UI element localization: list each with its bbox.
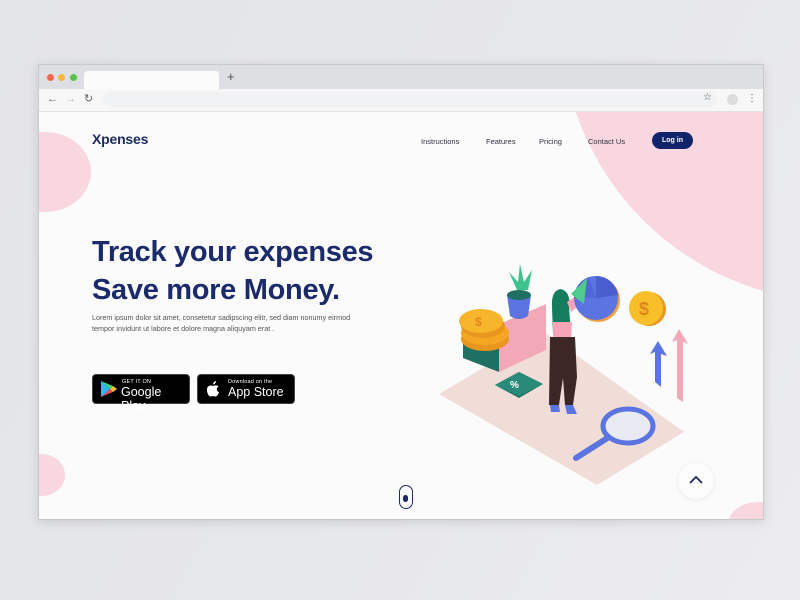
star-icon[interactable]: ☆ xyxy=(703,92,712,103)
scroll-to-top-button[interactable] xyxy=(678,463,714,499)
mouse-wheel-icon xyxy=(403,495,408,502)
logo[interactable]: Xpenses xyxy=(92,131,148,147)
arrow-up-blue-icon xyxy=(650,341,667,387)
decorative-blob-left xyxy=(39,132,91,212)
minimize-window-button[interactable] xyxy=(58,74,65,81)
google-play-icon xyxy=(101,381,117,397)
scroll-down-indicator[interactable] xyxy=(399,485,413,509)
landing-page: Xpenses Instructions Features Pricing Co… xyxy=(39,112,763,519)
google-play-button[interactable]: GET IT ON Google Play xyxy=(92,374,190,413)
arrow-right-icon[interactable]: → xyxy=(65,92,76,106)
login-button[interactable]: Log in xyxy=(652,132,693,149)
nav-link-pricing[interactable]: Pricing xyxy=(539,137,562,146)
reload-icon[interactable]: ↻ xyxy=(84,92,93,106)
headline-line-1: Track your expenses xyxy=(92,236,374,268)
browser-window: + ← → ↻ ☆ ⋮ Xpenses Instructions Feature… xyxy=(38,64,764,520)
chevron-up-icon xyxy=(689,475,703,484)
decorative-blob-bottom-right xyxy=(729,502,763,519)
percent-icon: % xyxy=(510,380,519,391)
coin-dollar-icon: $ xyxy=(475,315,482,329)
app-store-button[interactable]:  Download on the App Store xyxy=(197,374,295,404)
avatar-icon[interactable] xyxy=(727,94,738,105)
maximize-window-button[interactable] xyxy=(70,74,77,81)
arrow-up-pink-icon xyxy=(672,329,688,402)
hero-description: Lorem ipsum dolor sit amet, consetetur s… xyxy=(92,313,351,333)
browser-tab-bar: + xyxy=(39,65,763,91)
browser-toolbar: ← → ↻ ☆ ⋮ xyxy=(39,89,763,112)
address-bar[interactable] xyxy=(103,92,717,107)
dollar-icon: $ xyxy=(639,299,649,319)
magnifier-ring xyxy=(600,406,656,446)
nav-link-features[interactable]: Features xyxy=(486,137,516,146)
arrow-left-icon[interactable]: ← xyxy=(47,92,58,106)
nav-link-instructions[interactable]: Instructions xyxy=(421,137,459,146)
decorative-blob-bottom-left xyxy=(39,454,65,496)
kebab-menu-icon[interactable]: ⋮ xyxy=(747,92,757,106)
hero-headline: Track your expenses Save more Money. xyxy=(92,233,374,309)
plant-leaves xyxy=(509,264,532,290)
close-window-button[interactable] xyxy=(47,74,54,81)
nav-link-contact-us[interactable]: Contact Us xyxy=(588,137,625,146)
new-tab-button[interactable]: + xyxy=(227,70,235,84)
apple-logo-icon xyxy=(206,381,219,397)
headline-line-2: Save more Money. xyxy=(92,274,340,306)
hero-illustration: $ % $ xyxy=(439,264,688,485)
app-store-big-label: App Store xyxy=(228,385,284,399)
browser-tab-active[interactable] xyxy=(84,71,219,91)
google-play-big-label: Google Play xyxy=(121,385,162,413)
woman-body xyxy=(553,322,572,337)
